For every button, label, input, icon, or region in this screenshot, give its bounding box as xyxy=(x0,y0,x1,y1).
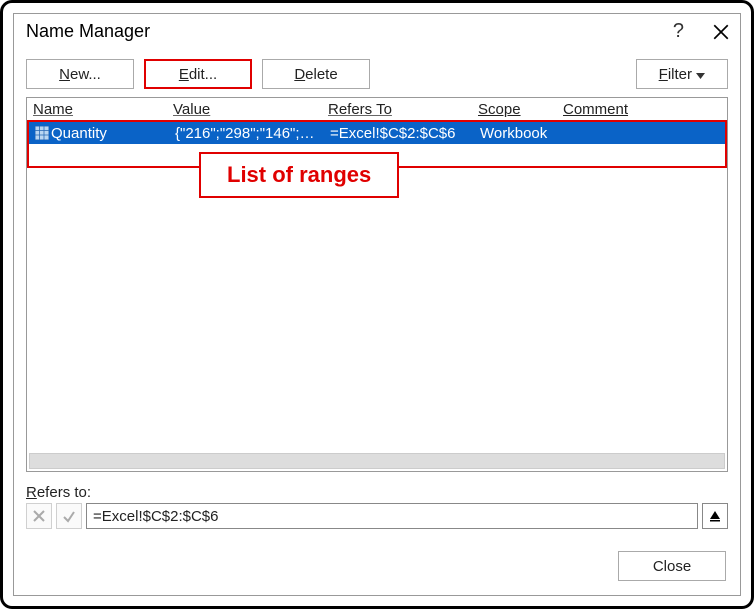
help-icon[interactable]: ? xyxy=(673,20,684,43)
annotation-label: List of ranges xyxy=(199,152,399,198)
close-icon[interactable] xyxy=(712,23,730,41)
col-refers-header[interactable]: Refers To xyxy=(322,101,472,118)
chevron-down-icon xyxy=(696,66,705,83)
col-value-header[interactable]: Value xyxy=(167,101,322,118)
name-manager-dialog: Name Manager ? New... Edit... Delete Fil… xyxy=(13,13,741,596)
col-comment-header[interactable]: Comment xyxy=(557,101,727,118)
dialog-title: Name Manager xyxy=(26,21,673,42)
refers-to-section: Refers to: xyxy=(14,480,740,537)
row-name-text: Quantity xyxy=(51,125,107,142)
toolbar: New... Edit... Delete Filter xyxy=(14,49,740,97)
cell-refers: =Excel!$C$2:$C$6 xyxy=(324,125,474,142)
edit-button[interactable]: Edit... xyxy=(144,59,252,89)
dialog-footer: Close xyxy=(14,537,740,595)
cell-name: Quantity xyxy=(29,125,169,142)
titlebar: Name Manager ? xyxy=(14,14,740,49)
filter-button[interactable]: Filter xyxy=(636,59,728,89)
range-icon xyxy=(35,126,49,140)
cell-scope: Workbook xyxy=(474,125,559,142)
table-row[interactable]: Quantity {"216";"298";"146";"18... =Exce… xyxy=(29,122,725,144)
accept-edit-icon xyxy=(56,503,82,529)
new-button[interactable]: New... xyxy=(26,59,134,89)
cancel-edit-icon xyxy=(26,503,52,529)
col-name-header[interactable]: Name xyxy=(27,101,167,118)
refers-to-label: Refers to: xyxy=(26,484,728,501)
col-scope-header[interactable]: Scope xyxy=(472,101,557,118)
names-list: Name Value Refers To Scope Comment xyxy=(26,97,728,472)
collapse-dialog-icon[interactable] xyxy=(702,503,728,529)
close-button[interactable]: Close xyxy=(618,551,726,581)
refers-to-input[interactable] xyxy=(86,503,698,529)
cell-value: {"216";"298";"146";"18... xyxy=(169,125,324,142)
column-headers: Name Value Refers To Scope Comment xyxy=(27,98,727,120)
horizontal-scrollbar[interactable] xyxy=(29,453,725,469)
delete-button[interactable]: Delete xyxy=(262,59,370,89)
